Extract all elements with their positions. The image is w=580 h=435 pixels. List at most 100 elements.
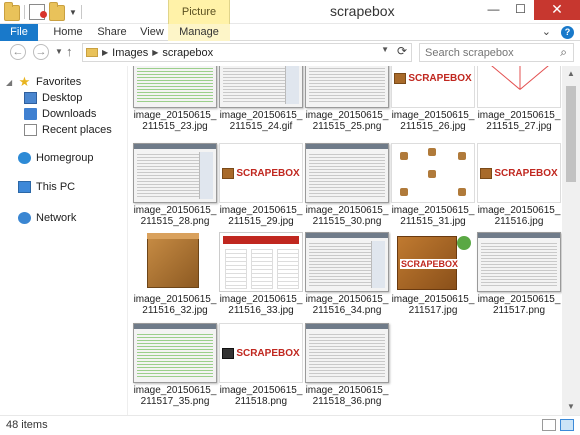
- file-tile[interactable]: image_20150615_ 211515_24.gif: [219, 66, 303, 132]
- tab-view[interactable]: View: [134, 24, 170, 41]
- search-icon[interactable]: ⌕: [560, 45, 567, 60]
- file-tile[interactable]: image_20150615_ 211516_33.jpg: [219, 232, 303, 316]
- tab-manage[interactable]: Manage: [168, 24, 230, 41]
- file-thumbnail: [305, 323, 389, 383]
- star-icon: ★: [18, 74, 31, 89]
- tab-share[interactable]: Share: [92, 24, 132, 41]
- nav-this-pc[interactable]: This PC: [18, 179, 75, 195]
- file-tile[interactable]: image_20150615_ 211515_23.jpg: [133, 66, 217, 132]
- scrollbar-thumb[interactable]: [566, 86, 576, 182]
- file-thumbnail: [133, 232, 217, 292]
- folder-icon[interactable]: [4, 2, 20, 21]
- minimize-button[interactable]: —: [480, 0, 507, 20]
- file-name: image_20150615_ 211515_31.jpg: [391, 205, 475, 227]
- ribbon-tabs: File Home Share View Manage ⌄ ?: [0, 24, 580, 41]
- file-tile[interactable]: image_20150615_ 211515_25.png: [305, 66, 389, 132]
- file-tile[interactable]: image_20150615_ 211515_28.png: [133, 143, 217, 227]
- breadcrumb-images[interactable]: Images: [112, 47, 148, 59]
- file-thumbnail: SCRAPEBOX: [219, 323, 303, 383]
- tab-home[interactable]: Home: [48, 24, 88, 41]
- close-button[interactable]: ✕: [534, 0, 580, 20]
- large-icons-view-icon[interactable]: [560, 419, 574, 431]
- file-tile[interactable]: SCRAPEBOX image_20150615_ 211515_29.jpg: [219, 143, 303, 227]
- file-thumbnail: [305, 232, 389, 292]
- breadcrumb-scrapebox[interactable]: scrapebox: [162, 47, 213, 59]
- customize-toolbar-chevron-icon[interactable]: ▼: [69, 8, 77, 17]
- window-title: scrapebox: [330, 3, 395, 19]
- tab-file[interactable]: File: [0, 24, 38, 41]
- file-name: image_20150615_ 211516_33.jpg: [219, 294, 303, 316]
- file-name: image_20150615_ 211517.png: [477, 294, 561, 316]
- nav-label: Homegroup: [36, 152, 94, 164]
- recent-locations-chevron-icon[interactable]: ▼: [55, 47, 63, 56]
- new-folder-icon[interactable]: [49, 2, 65, 21]
- nav-recent-places[interactable]: Recent places: [24, 122, 112, 138]
- downloads-icon: [24, 108, 37, 120]
- scroll-down-arrow-icon[interactable]: ▼: [562, 399, 580, 415]
- file-name: image_20150615_ 211516_32.jpg: [133, 294, 217, 316]
- toolbar-divider: [24, 5, 25, 19]
- file-tile[interactable]: SCRAPEBOX image_20150615_ 211515_26.jpg: [391, 66, 475, 132]
- file-tile[interactable]: image_20150615_ 211515_30.png: [305, 143, 389, 227]
- nav-label: Desktop: [42, 92, 83, 104]
- file-name: image_20150615_ 211515_28.png: [133, 205, 217, 227]
- forward-button[interactable]: →: [33, 44, 49, 60]
- network-icon: [18, 212, 31, 224]
- file-tile[interactable]: image_20150615_ 211517_35.png: [133, 323, 217, 407]
- breadcrumb-separator-icon[interactable]: ▶: [102, 48, 108, 57]
- file-name: image_20150615_ 211515_27.jpg: [477, 110, 561, 132]
- file-tile[interactable]: SCRAPEBOX image_20150615_ 211516.jpg: [477, 143, 561, 227]
- maximize-button[interactable]: ☐: [507, 0, 534, 20]
- nav-desktop[interactable]: Desktop: [24, 90, 82, 106]
- file-thumbnail: SCRAPEBOX: [391, 232, 475, 292]
- help-icon[interactable]: ?: [561, 26, 574, 39]
- up-button[interactable]: ↑: [66, 44, 73, 59]
- file-tile[interactable]: image_20150615_ 211516_34.png: [305, 232, 389, 316]
- nav-homegroup[interactable]: Homegroup: [18, 150, 93, 166]
- nav-downloads[interactable]: Downloads: [24, 106, 96, 122]
- file-tile[interactable]: SCRAPEBOX image_20150615_ 211517.jpg: [391, 232, 475, 316]
- file-name: image_20150615_ 211516_34.png: [305, 294, 389, 316]
- ribbon-right-controls: ⌄ ?: [542, 24, 574, 41]
- file-name: image_20150615_ 211518.png: [219, 385, 303, 407]
- title-bar: ▼ Picture Tools scrapebox — ☐ ✕: [0, 0, 580, 42]
- file-name: image_20150615_ 211517.jpg: [391, 294, 475, 316]
- desktop-icon: [24, 92, 37, 104]
- file-tile[interactable]: SCRAPEBOX image_20150615_ 211518.png: [219, 323, 303, 407]
- file-thumbnail: SCRAPEBOX: [391, 66, 475, 108]
- address-bar[interactable]: ▶ Images ▶ scrapebox ▼ ⟳: [82, 43, 412, 62]
- nav-label: This PC: [36, 181, 76, 193]
- file-thumbnail: [133, 66, 217, 108]
- file-list: image_20150615_ 211515_23.jpg image_20150…: [128, 66, 562, 415]
- search-input[interactable]: [420, 44, 548, 61]
- breadcrumb-separator-icon[interactable]: ▶: [152, 48, 158, 57]
- file-tile[interactable]: image_20150615_ 211516_32.jpg: [133, 232, 217, 316]
- nav-network[interactable]: Network: [18, 210, 76, 226]
- file-thumbnail: [305, 66, 389, 108]
- file-tile[interactable]: image_20150615_ 211518_36.png: [305, 323, 389, 407]
- file-name: image_20150615_ 211515_24.gif: [219, 110, 303, 132]
- nav-favorites[interactable]: ◢ ★ Favorites: [6, 74, 81, 90]
- address-dropdown-chevron-icon[interactable]: ▼: [381, 45, 389, 54]
- scroll-up-arrow-icon[interactable]: ▲: [562, 66, 580, 82]
- search-box[interactable]: ⌕: [419, 43, 574, 62]
- vertical-scrollbar[interactable]: ▲ ▼: [562, 66, 580, 415]
- computer-icon: [18, 181, 31, 193]
- navigation-pane: ◢ ★ Favorites Desktop Downloads Recent p…: [0, 66, 128, 415]
- status-bar: 48 items: [0, 415, 580, 435]
- collapse-chevron-icon[interactable]: ◢: [6, 78, 15, 87]
- refresh-icon[interactable]: ⟳: [397, 44, 407, 58]
- item-count: 48 items: [6, 419, 48, 431]
- file-name: image_20150615_ 211515_29.jpg: [219, 205, 303, 227]
- expand-ribbon-chevron-icon[interactable]: ⌄: [542, 24, 551, 41]
- file-tile[interactable]: image_20150615_ 211517.png: [477, 232, 561, 316]
- file-tile[interactable]: image_20150615_ 211515_27.jpg: [477, 66, 561, 132]
- file-thumbnail: [305, 143, 389, 203]
- file-tile[interactable]: image_20150615_ 211515_31.jpg: [391, 143, 475, 227]
- back-button[interactable]: ←: [10, 44, 26, 60]
- details-view-icon[interactable]: [542, 419, 556, 431]
- file-name: image_20150615_ 211515_26.jpg: [391, 110, 475, 132]
- properties-icon[interactable]: [29, 4, 47, 20]
- file-thumbnail: [133, 143, 217, 203]
- recent-places-icon: [24, 124, 37, 136]
